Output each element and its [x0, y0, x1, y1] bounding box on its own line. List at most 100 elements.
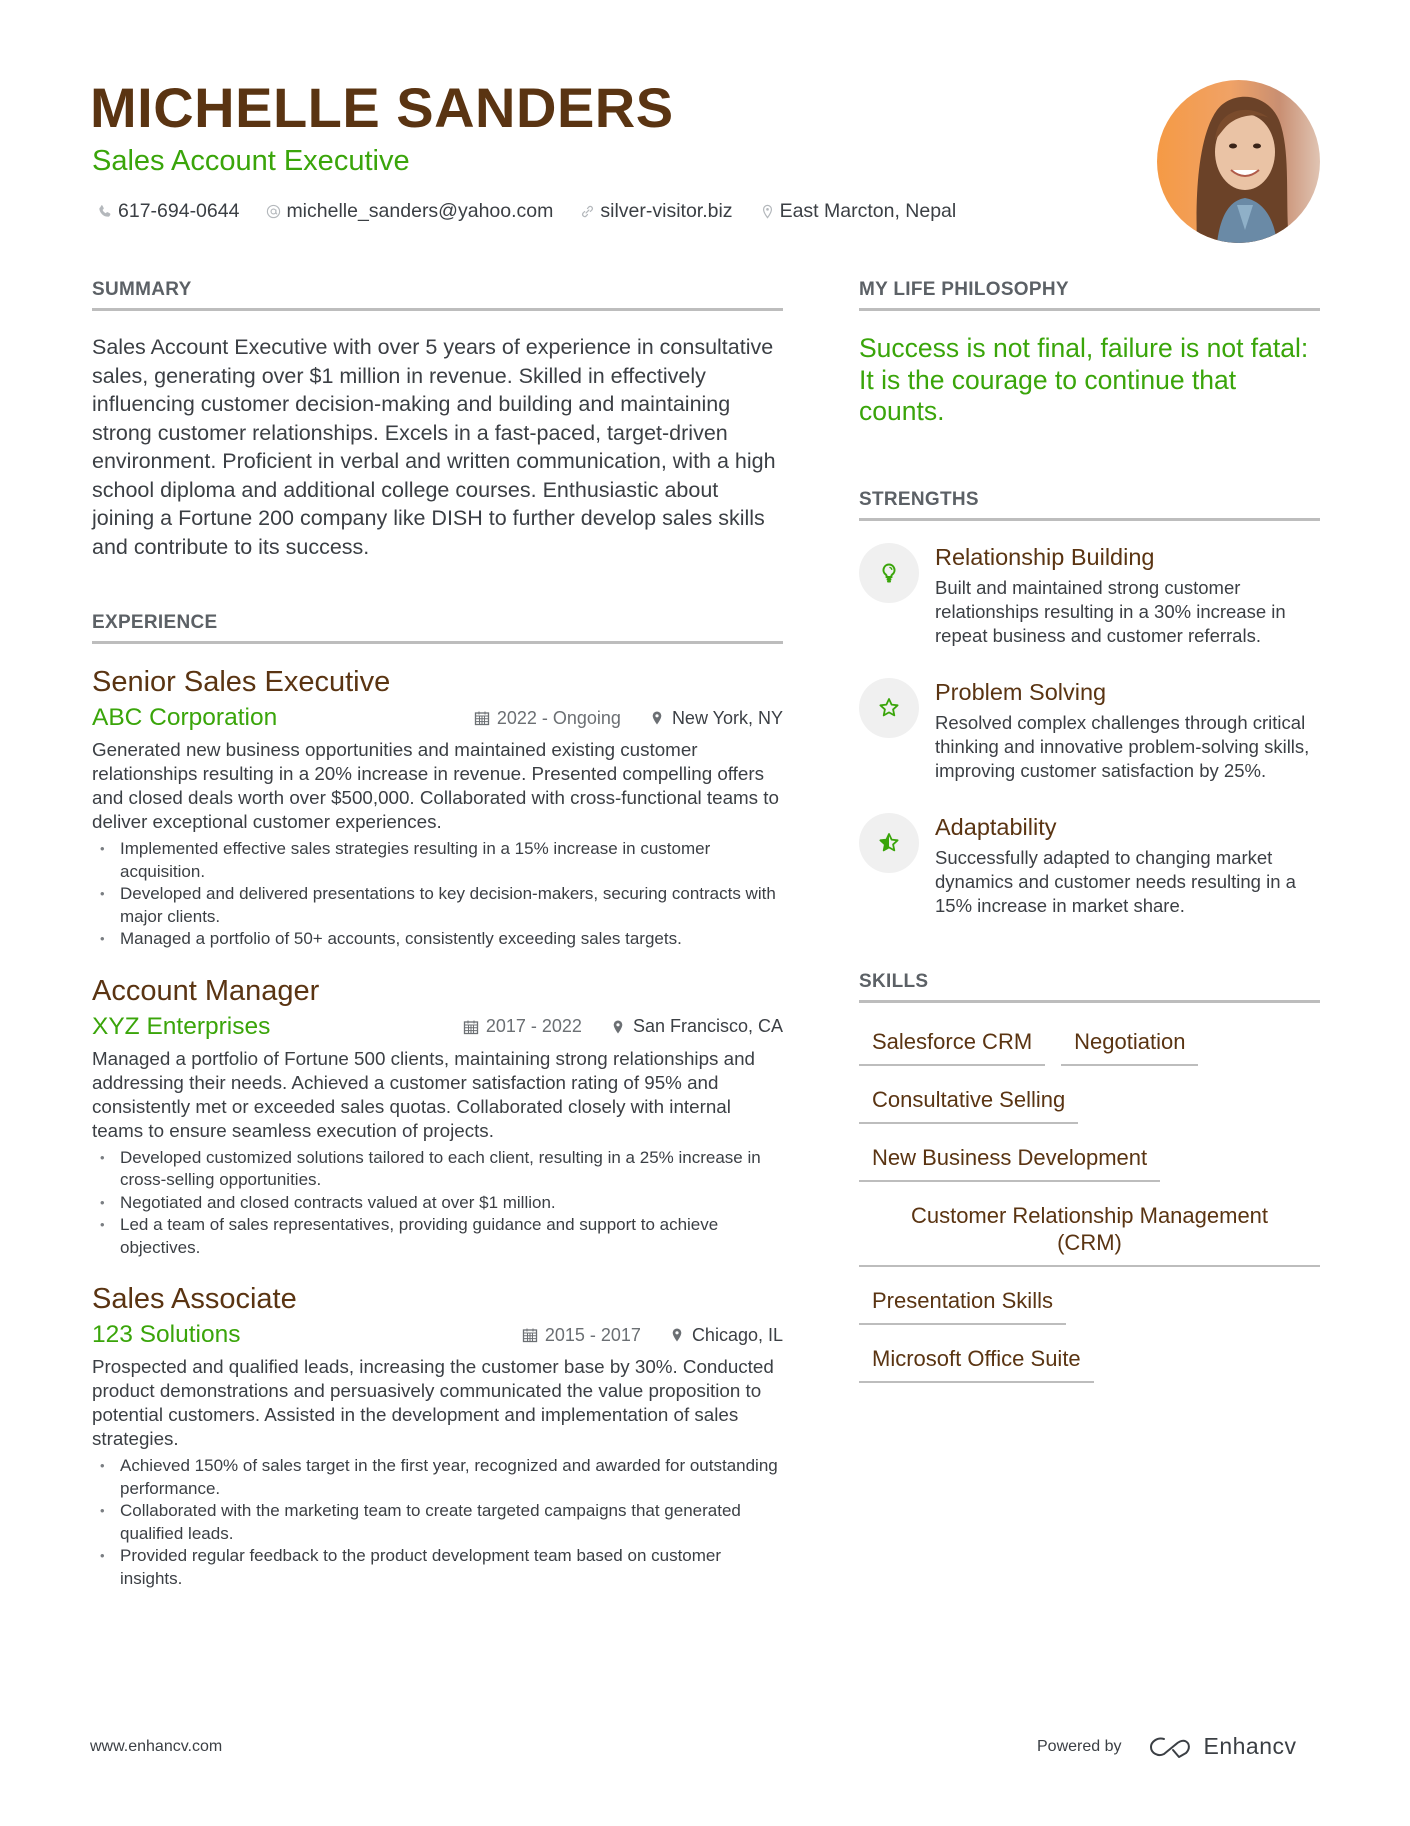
job-company: XYZ Enterprises [92, 1012, 271, 1040]
job-title: Sales Associate [92, 1283, 297, 1315]
contact-phone-text: 617-694-0644 [118, 200, 240, 222]
strength-description: Successfully adapted to changing market … [935, 846, 1296, 916]
skills-section: SKILLS Salesforce CRM Negotiation Consul… [859, 970, 1320, 1383]
job-location: Chicago, IL [669, 1325, 783, 1346]
experience-section: EXPERIENCE Senior Sales Executive ABC Co… [92, 611, 783, 1590]
job-description: Generated new business opportunities and… [92, 739, 779, 832]
job-dates: 2017 - 2022 [463, 1016, 582, 1037]
footer-branding[interactable]: Powered by Enhancv [1037, 1733, 1297, 1760]
link-icon [582, 205, 594, 217]
strengths-heading: STRENGTHS [859, 488, 1320, 521]
job-entry: Sales Associate 123 Solutions 2015 - 201… [92, 1281, 783, 1590]
job-dates-text: 2022 - Ongoing [496, 707, 621, 728]
job-location-text: Chicago, IL [691, 1324, 783, 1345]
location-pin-icon [762, 204, 772, 219]
contact-location-text: East Marcton, Nepal [779, 200, 957, 222]
enhancv-brand-name: Enhancv [1203, 1733, 1297, 1759]
strength-description: Built and maintained strong customer rel… [935, 576, 1286, 646]
location-pin-icon [672, 1328, 682, 1342]
strength-title: Relationship Building [935, 543, 1155, 570]
job-bullet: Achieved 150% of sales target in the fir… [92, 1455, 783, 1500]
job-location: San Francisco, CA [610, 1016, 783, 1037]
strength-item: Problem Solving Resolved complex challen… [859, 677, 1320, 783]
contact-email-text: michelle_sanders@yahoo.com [286, 200, 554, 222]
philosophy-heading: MY LIFE PHILOSOPHY [859, 278, 1320, 311]
strength-icon-badge [859, 542, 919, 603]
strengths-section: STRENGTHS Relationship Building Built an… [859, 488, 1320, 918]
job-bullets: Developed customized solutions tailored … [92, 1147, 783, 1260]
job-location-text: New York, NY [671, 707, 783, 728]
calendar-icon [474, 711, 489, 726]
location-pin-icon [652, 711, 662, 725]
powered-by-label: Powered by [1037, 1737, 1122, 1755]
contact-email[interactable]: michelle_sanders@yahoo.com [266, 198, 553, 224]
job-entry: Account Manager XYZ Enterprises 2017 - 2… [92, 973, 783, 1260]
star-icon [879, 697, 899, 716]
job-bullet: Implemented effective sales strategies r… [92, 838, 783, 883]
contact-row: 617-694-0644 michelle_sanders@yahoo.com … [98, 198, 956, 224]
profile-photo [1157, 80, 1320, 243]
contact-website-text: silver-visitor.biz [600, 200, 733, 222]
skills-list: Salesforce CRM Negotiation Consultative … [859, 1025, 1320, 1383]
job-bullet: Managed a portfolio of 50+ accounts, con… [92, 928, 783, 951]
summary-section: SUMMARY Sales Account Executive with ove… [92, 278, 783, 561]
job-dates-text: 2015 - 2017 [544, 1324, 641, 1345]
left-column: SUMMARY Sales Account Executive with ove… [92, 278, 783, 1590]
right-column: MY LIFE PHILOSOPHY Success is not final,… [859, 278, 1320, 1383]
job-bullet: Led a team of sales representatives, pro… [92, 1214, 783, 1259]
job-bullets: Implemented effective sales strategies r… [92, 838, 783, 951]
skill-tag: New Business Development [859, 1141, 1161, 1182]
summary-heading: SUMMARY [92, 278, 783, 311]
calendar-icon [463, 1020, 478, 1034]
job-bullet: Collaborated with the marketing team to … [92, 1500, 783, 1545]
job-title: Senior Sales Executive [92, 666, 391, 698]
job-bullets: Achieved 150% of sales target in the fir… [92, 1455, 783, 1590]
skill-tag: Customer Relationship Management (CRM) [859, 1199, 1320, 1267]
strength-icon-badge [859, 677, 919, 738]
strength-description: Resolved complex challenges through crit… [935, 711, 1310, 781]
lightbulb-icon [882, 562, 896, 582]
calendar-icon [522, 1328, 537, 1343]
philosophy-section: MY LIFE PHILOSOPHY Success is not final,… [859, 278, 1320, 428]
job-dates: 2015 - 2017 [522, 1325, 641, 1346]
strength-title: Problem Solving [935, 678, 1107, 705]
summary-text: Sales Account Executive with over 5 year… [92, 335, 776, 559]
contact-phone[interactable]: 617-694-0644 [98, 198, 239, 224]
skill-tag: Salesforce CRM [859, 1025, 1046, 1066]
enhancv-logo-icon [1149, 1737, 1190, 1758]
enhancv-logo[interactable]: Enhancv [1148, 1733, 1297, 1760]
skill-tag: Negotiation [1061, 1025, 1199, 1066]
job-bullet: Developed and delivered presentations to… [92, 883, 783, 928]
job-bullet: Provided regular feedback to the product… [92, 1545, 783, 1590]
contact-website[interactable]: silver-visitor.biz [580, 198, 733, 224]
job-dates: 2022 - Ongoing [474, 708, 621, 729]
at-icon [267, 204, 281, 218]
job-company: ABC Corporation [92, 704, 278, 731]
philosophy-quote: Success is not final, failure is not fat… [859, 333, 1309, 426]
job-title: Account Manager [92, 974, 320, 1007]
footer-website-link[interactable]: www.enhancv.com [90, 1738, 222, 1756]
job-description: Prospected and qualified leads, increasi… [92, 1356, 774, 1449]
job-company: 123 Solutions [92, 1321, 241, 1348]
job-dates-text: 2017 - 2022 [485, 1016, 582, 1036]
phone-icon [99, 204, 111, 217]
candidate-name: MICHELLE SANDERS [90, 76, 674, 139]
job-location: New York, NY [649, 708, 783, 729]
job-bullet: Developed customized solutions tailored … [92, 1147, 783, 1192]
location-pin-icon [613, 1020, 623, 1033]
strength-item: Relationship Building Built and maintain… [859, 542, 1320, 648]
job-entry: Senior Sales Executive ABC Corporation 2… [92, 664, 783, 951]
strength-icon-badge [859, 812, 919, 873]
experience-heading: EXPERIENCE [92, 611, 783, 644]
job-location-text: San Francisco, CA [632, 1016, 783, 1036]
strength-item: Adaptability Successfully adapted to cha… [859, 812, 1320, 918]
skills-heading: SKILLS [859, 970, 1320, 1003]
skill-tag: Consultative Selling [859, 1083, 1079, 1124]
candidate-title: Sales Account Executive [92, 145, 410, 177]
half-star-icon [879, 832, 899, 851]
job-bullet: Negotiated and closed contracts valued a… [92, 1192, 783, 1215]
skill-tag: Microsoft Office Suite [859, 1342, 1094, 1383]
contact-location: East Marcton, Nepal [760, 198, 957, 224]
strength-title: Adaptability [935, 813, 1057, 840]
job-description: Managed a portfolio of Fortune 500 clien… [92, 1047, 755, 1141]
